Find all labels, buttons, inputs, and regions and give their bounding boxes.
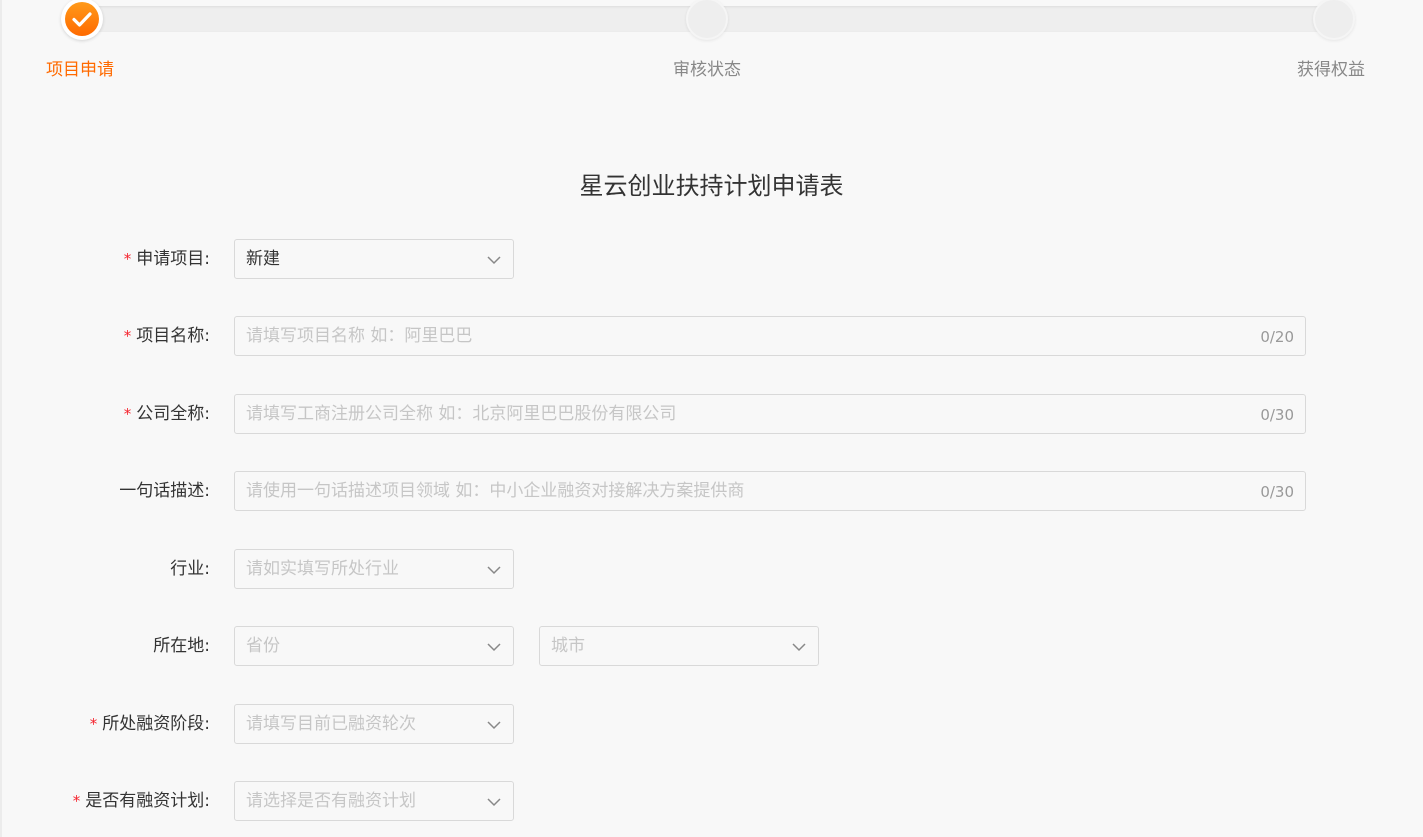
company-name-counter: 0/30 (1260, 406, 1294, 424)
description-counter: 0/30 (1260, 483, 1294, 501)
company-name-label: * 公司全称: (124, 394, 210, 434)
required-mark: * (89, 715, 98, 733)
progress-steps: 项目申请 审核状态 获得权益 (0, 0, 1423, 100)
row-location: 所在地: 省份 城市 (0, 626, 1423, 666)
funding-plan-label: * 是否有融资计划: (73, 781, 210, 821)
location-label: 所在地: (153, 636, 210, 656)
step-1-label: 项目申请 (46, 60, 114, 80)
row-description: 一句话描述: 请使用一句话描述项目领域 如：中小企业融资对接解决方案提供商 0/… (0, 471, 1423, 511)
step-3-node (1313, 0, 1355, 40)
step-3-label: 获得权益 (1297, 60, 1365, 80)
project-name-counter: 0/20 (1260, 328, 1294, 346)
apply-project-label: * 申请项目: (124, 239, 210, 279)
description-label: 一句话描述: (119, 481, 210, 501)
form-title: 星云创业扶持计划申请表 (579, 172, 844, 200)
funding-plan-select[interactable]: 请选择是否有融资计划 (234, 781, 514, 821)
required-mark: * (123, 327, 132, 345)
project-name-label: * 项目名称: (124, 316, 210, 356)
chevron-down-icon (487, 566, 501, 575)
industry-placeholder: 请如实填写所处行业 (246, 559, 399, 579)
apply-project-value: 新建 (246, 249, 280, 269)
chevron-down-icon (792, 643, 806, 652)
funding-stage-select[interactable]: 请填写目前已融资轮次 (234, 704, 514, 744)
industry-select[interactable]: 请如实填写所处行业 (234, 549, 514, 589)
required-mark: * (72, 792, 81, 810)
required-mark: * (123, 250, 132, 268)
project-name-input[interactable]: 请填写项目名称 如：阿里巴巴 0/20 (234, 316, 1306, 356)
chevron-down-icon (487, 643, 501, 652)
apply-project-select[interactable]: 新建 (234, 239, 514, 279)
city-select[interactable]: 城市 (539, 626, 819, 666)
company-name-input[interactable]: 请填写工商注册公司全称 如：北京阿里巴巴股份有限公司 0/30 (234, 394, 1306, 434)
chevron-down-icon (487, 256, 501, 265)
funding-plan-label-text: 是否有融资计划: (85, 791, 210, 811)
project-name-placeholder: 请填写项目名称 如：阿里巴巴 (246, 326, 473, 346)
step-2-label: 审核状态 (673, 60, 741, 80)
step-1-node (61, 0, 103, 40)
province-placeholder: 省份 (246, 636, 280, 656)
province-select[interactable]: 省份 (234, 626, 514, 666)
apply-project-label-text: 申请项目: (136, 249, 210, 269)
row-company-name: * 公司全称: 请填写工商注册公司全称 如：北京阿里巴巴股份有限公司 0/30 (0, 394, 1423, 434)
row-industry: 行业: 请如实填写所处行业 (0, 549, 1423, 589)
check-icon (72, 12, 92, 27)
company-name-placeholder: 请填写工商注册公司全称 如：北京阿里巴巴股份有限公司 (246, 404, 677, 424)
description-placeholder: 请使用一句话描述项目领域 如：中小企业融资对接解决方案提供商 (246, 481, 745, 501)
funding-stage-label: * 所处融资阶段: (90, 704, 210, 744)
company-name-label-text: 公司全称: (136, 404, 210, 424)
row-project-name: * 项目名称: 请填写项目名称 如：阿里巴巴 0/20 (0, 316, 1423, 356)
row-apply-project: * 申请项目: 新建 (0, 239, 1423, 279)
row-funding-plan: * 是否有融资计划: 请选择是否有融资计划 (0, 781, 1423, 821)
project-name-label-text: 项目名称: (136, 326, 210, 346)
description-input[interactable]: 请使用一句话描述项目领域 如：中小企业融资对接解决方案提供商 0/30 (234, 471, 1306, 511)
step-2-node (686, 0, 728, 40)
city-placeholder: 城市 (551, 636, 585, 656)
required-mark: * (123, 405, 132, 423)
row-funding-stage: * 所处融资阶段: 请填写目前已融资轮次 (0, 704, 1423, 744)
chevron-down-icon (487, 798, 501, 807)
industry-label: 行业: (170, 559, 210, 579)
chevron-down-icon (487, 721, 501, 730)
funding-plan-placeholder: 请选择是否有融资计划 (246, 791, 416, 811)
funding-stage-label-text: 所处融资阶段: (102, 714, 210, 734)
funding-stage-placeholder: 请填写目前已融资轮次 (246, 714, 416, 734)
